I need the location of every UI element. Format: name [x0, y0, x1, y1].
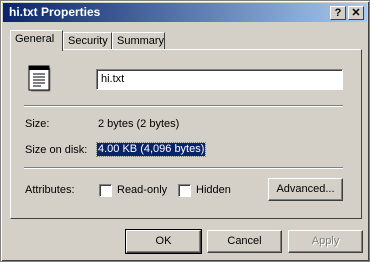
- size-on-disk-label: Size on disk:: [25, 144, 88, 156]
- readonly-label[interactable]: Read-only: [117, 184, 167, 196]
- tab-general[interactable]: General: [10, 30, 63, 51]
- file-name-field[interactable]: hi.txt: [96, 69, 343, 90]
- cancel-button-label: Cancel: [227, 235, 262, 247]
- attributes-label: Attributes:: [25, 184, 75, 196]
- window-title: hi.txt Properties: [9, 5, 101, 19]
- file-name-text: hi.txt: [101, 73, 125, 85]
- advanced-button[interactable]: Advanced...: [268, 178, 343, 201]
- tab-general-label: General: [15, 33, 55, 45]
- help-button[interactable]: ?: [330, 6, 346, 20]
- hidden-label[interactable]: Hidden: [196, 184, 231, 196]
- size-label: Size:: [25, 118, 50, 130]
- tab-security[interactable]: Security: [63, 32, 112, 50]
- tab-summary-label: Summary: [117, 35, 165, 47]
- ok-button-label: OK: [155, 235, 172, 247]
- readonly-checkbox[interactable]: [99, 184, 112, 197]
- apply-button[interactable]: Apply: [288, 230, 363, 253]
- text-document-icon: [26, 63, 52, 93]
- advanced-button-label: Advanced...: [276, 183, 335, 195]
- size-value: 2 bytes (2 bytes): [98, 118, 180, 130]
- separator: [24, 167, 343, 169]
- properties-dialog: hi.txt Properties ? ✕ General Security S…: [0, 0, 370, 262]
- separator: [24, 105, 343, 107]
- tab-summary[interactable]: Summary: [112, 32, 165, 50]
- cancel-button[interactable]: Cancel: [207, 230, 282, 253]
- tab-security-label: Security: [68, 35, 108, 47]
- ok-button[interactable]: OK: [125, 229, 202, 254]
- hidden-checkbox[interactable]: [178, 184, 191, 197]
- size-on-disk-value[interactable]: 4.00 KB (4,096 bytes): [95, 142, 207, 157]
- close-button[interactable]: ✕: [348, 6, 364, 20]
- title-bar[interactable]: hi.txt Properties ? ✕: [3, 3, 367, 22]
- apply-button-label: Apply: [311, 235, 340, 247]
